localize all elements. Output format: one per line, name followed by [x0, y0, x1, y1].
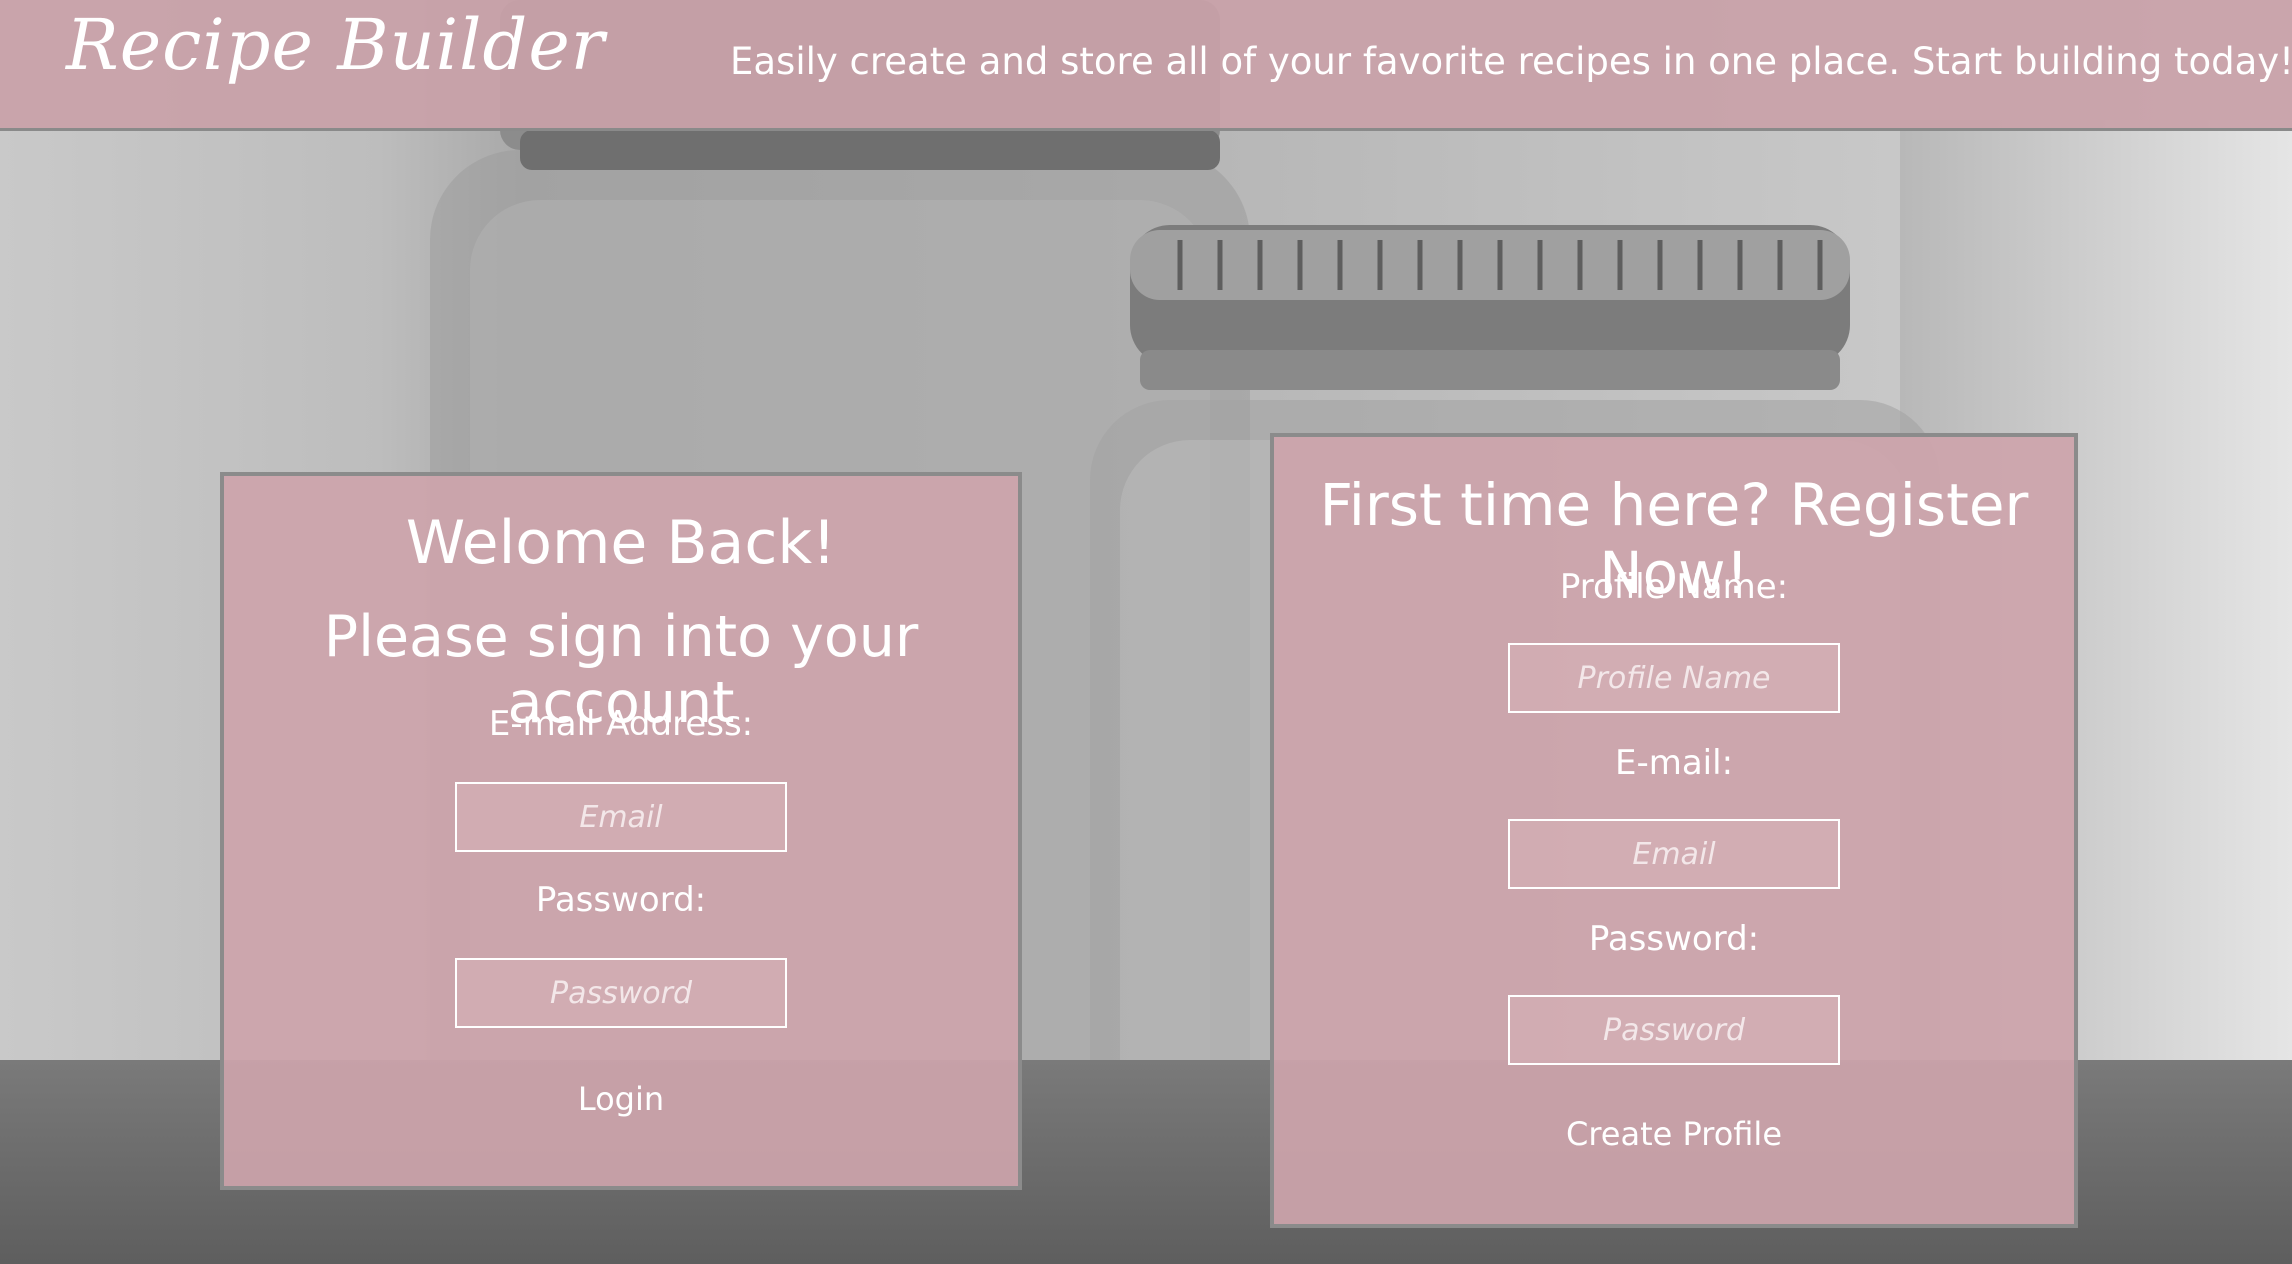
- login-email-input[interactable]: [455, 782, 787, 852]
- register-password-label: Password:: [1588, 919, 1760, 959]
- login-email-label: E-mail Address:: [488, 704, 754, 744]
- login-password-label: Password:: [535, 880, 707, 920]
- register-panel: First time here? Register Now! Profile N…: [1270, 433, 2078, 1228]
- register-profile-input[interactable]: [1508, 643, 1840, 713]
- register-profile-label: Profile Name:: [1559, 567, 1789, 607]
- header-tagline: Easily create and store all of your favo…: [730, 40, 2292, 83]
- login-welcome-heading: Welome Back!: [405, 508, 837, 578]
- login-panel: Welome Back! Please sign into your accou…: [220, 472, 1022, 1190]
- register-email-label: E-mail:: [1614, 743, 1734, 783]
- login-password-input[interactable]: [455, 958, 787, 1028]
- login-button[interactable]: Login: [578, 1080, 664, 1118]
- register-email-input[interactable]: [1508, 819, 1840, 889]
- brand-logo[interactable]: Recipe Builder: [66, 4, 605, 86]
- register-password-input[interactable]: [1508, 995, 1840, 1065]
- site-header: Recipe Builder Easily create and store a…: [0, 0, 2292, 131]
- create-profile-button[interactable]: Create Profile: [1566, 1115, 1782, 1153]
